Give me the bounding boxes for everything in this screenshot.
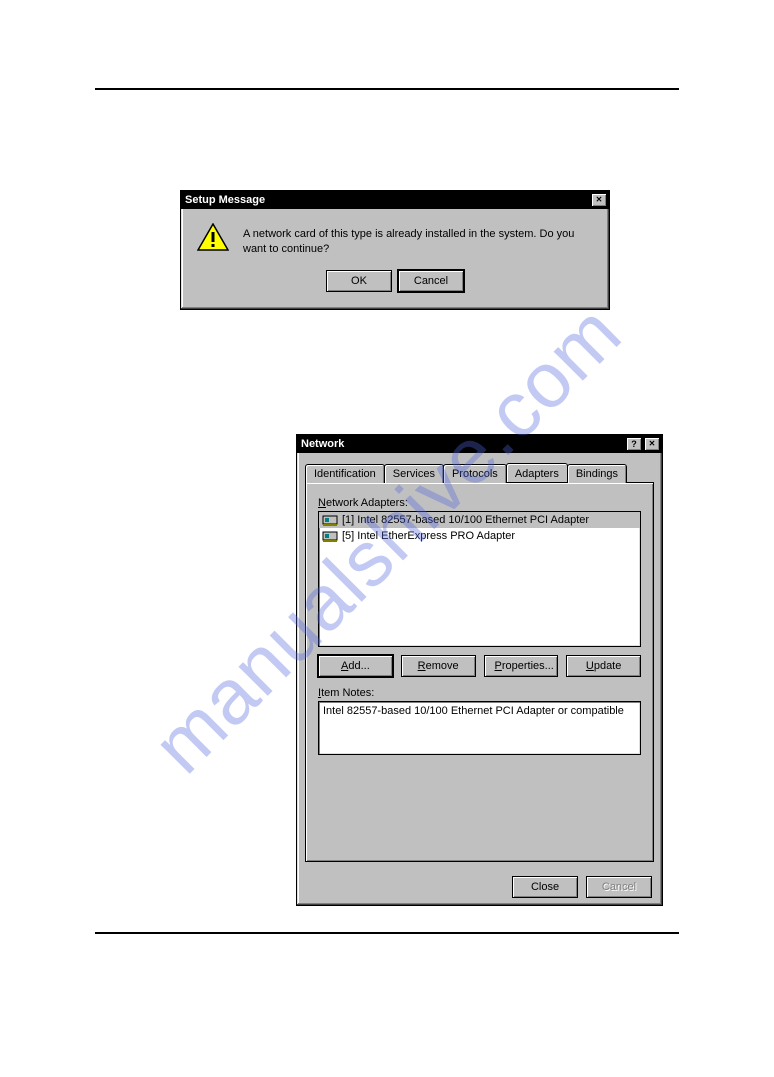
cancel-button: Cancel	[586, 876, 652, 898]
remove-button[interactable]: Remove	[401, 655, 476, 677]
item-notes-box: Intel 82557-based 10/100 Ethernet PCI Ad…	[318, 701, 641, 755]
list-item[interactable]: [5] Intel EtherExpress PRO Adapter	[319, 528, 640, 544]
network-title: Network	[301, 438, 344, 450]
network-adapters-label: Network Adapters:	[318, 497, 641, 509]
adapters-tab-panel: Network Adapters: [1] Intel 82557-based …	[305, 482, 654, 862]
network-dialog: Network Identification Services Protocol…	[296, 434, 663, 906]
setup-message-text: A network card of this type is already i…	[243, 223, 593, 258]
help-icon[interactable]	[626, 437, 642, 451]
setup-message-titlebar[interactable]: Setup Message	[181, 191, 609, 209]
adapter-icon	[322, 529, 338, 543]
network-titlebar[interactable]: Network	[297, 435, 662, 453]
list-item[interactable]: [1] Intel 82557-based 10/100 Ethernet PC…	[319, 512, 640, 528]
divider-top	[95, 88, 679, 90]
tab-bindings[interactable]: Bindings	[567, 464, 627, 483]
close-button[interactable]: Close	[512, 876, 578, 898]
tab-services[interactable]: Services	[384, 464, 444, 483]
cancel-button[interactable]: Cancel	[398, 270, 464, 292]
warning-icon	[197, 223, 229, 251]
close-icon[interactable]	[591, 193, 607, 207]
setup-message-title: Setup Message	[185, 194, 265, 206]
adapters-listbox[interactable]: [1] Intel 82557-based 10/100 Ethernet PC…	[318, 511, 641, 647]
adapter-icon	[322, 513, 338, 527]
list-item-label: [1] Intel 82557-based 10/100 Ethernet PC…	[342, 514, 589, 526]
list-item-label: [5] Intel EtherExpress PRO Adapter	[342, 530, 515, 542]
add-button[interactable]: Add...	[318, 655, 393, 677]
properties-button[interactable]: Properties...	[484, 655, 559, 677]
divider-bottom	[95, 932, 679, 934]
item-notes-label: Item Notes:	[318, 687, 641, 699]
setup-message-dialog: Setup Message A network card of this typ…	[180, 190, 610, 310]
tab-adapters[interactable]: Adapters	[506, 463, 568, 482]
close-icon[interactable]	[644, 437, 660, 451]
tab-strip: Identification Services Protocols Adapte…	[305, 463, 654, 482]
tab-protocols[interactable]: Protocols	[443, 464, 507, 483]
update-button[interactable]: Update	[566, 655, 641, 677]
tab-identification[interactable]: Identification	[305, 464, 385, 483]
ok-button[interactable]: OK	[326, 270, 392, 292]
item-notes-text: Intel 82557-based 10/100 Ethernet PCI Ad…	[323, 705, 624, 717]
